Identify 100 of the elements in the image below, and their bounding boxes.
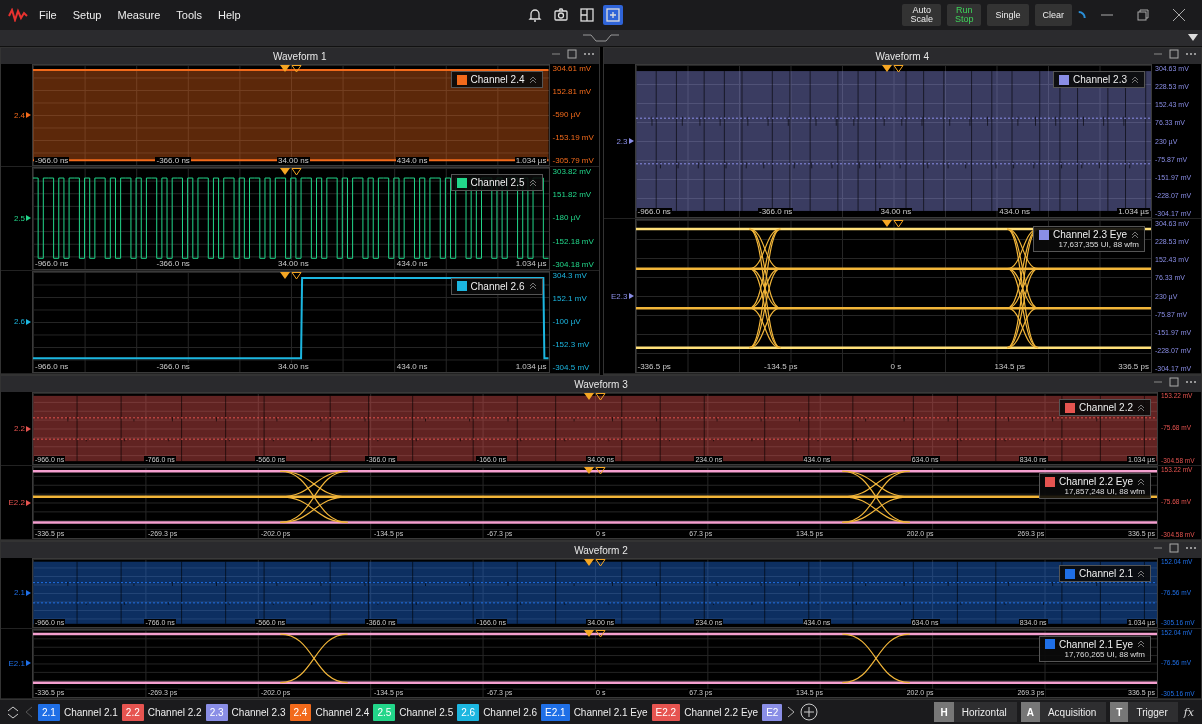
trigger-marker-icon [279,168,302,177]
action-button[interactable]: Clear [1034,4,1072,26]
channel-tag: 2.1 [38,703,60,721]
channel-legend[interactable]: Channel 2.1 Eye 17,760,265 UI, 88 wfm [1039,635,1151,662]
setup-button[interactable]: H Horizontal [934,702,1017,722]
channel-chip[interactable]: E2.2 Channel 2.2 Eye [651,703,759,721]
time-axis-label: 434.0 ns [395,156,429,166]
channel-legend[interactable]: Channel 2.2 [1059,399,1151,416]
channel-chip[interactable]: 2.6 Channel 2.6 [457,703,538,721]
collapse-icon [528,75,537,84]
math-button[interactable]: fx [1181,705,1196,719]
channel-marker: 2.1 [13,588,25,598]
channel-label: Channel 2.6 [483,706,538,718]
trigger-marker-icon [279,65,302,73]
time-axis-label: 1.034 µs [514,259,548,269]
voltage-axis-label: 303.82 mV [552,168,593,177]
legend-name: Channel 2.3 [1073,74,1127,85]
trigger-marker-icon [584,629,606,638]
marker-arrow-icon [628,138,634,144]
channel-marker: 2.6 [13,317,25,327]
time-axis-label: 0 s [889,363,903,372]
legend-name: Channel 2.2 Eye [1059,476,1133,487]
time-axis-label: -366.0 ns [155,259,191,269]
legend-name: Channel 2.4 [470,74,525,85]
voltage-axis-label: -180 µV [552,214,582,223]
channel-chip[interactable]: 2.4 Channel 2.4 [289,703,370,721]
time-axis-label: -336.5 ps [636,363,672,372]
maximize-icon[interactable] [1169,543,1179,553]
time-axis-label: 34.00 ns [276,363,310,372]
time-axis-label: 434.0 ns [395,363,429,372]
scroll-right-icon[interactable] [786,706,797,718]
channel-chip[interactable]: 2.5 Channel 2.5 [373,703,454,721]
time-axis-label: 34.00 ns [276,156,310,166]
legend-name: Channel 2.1 [1079,568,1133,579]
channel-tag: 2.4 [289,703,312,721]
wave-handle-icon[interactable] [583,33,619,43]
camera-icon [553,7,569,23]
marker-arrow-icon [628,293,634,299]
setup-button[interactable]: T Trigger [1110,702,1178,722]
action-button[interactable]: Run Stop [946,4,982,26]
trigger-marker-icon [584,467,606,475]
channel-chip[interactable]: 2.3 Channel 2.3 [205,703,286,721]
voltage-axis-label: 304.61 mV [552,65,593,73]
channel-chip[interactable]: 2.2 Channel 2.2 [121,703,202,721]
channel-label: Channel 2.1 [63,706,118,718]
channel-legend[interactable]: Channel 2.2 Eye 17,857,248 UI, 88 wfm [1039,473,1151,499]
layout-icon [579,7,595,23]
voltage-axis-label: -304.18 mV [552,260,595,269]
maximize-icon[interactable] [1169,377,1179,387]
trigger-marker-icon [584,559,606,567]
bell-icon [527,7,543,23]
toolbar-button[interactable] [577,5,597,25]
channel-label: Channel 2.4 [315,706,370,718]
panel-title: Waveform 3 [574,378,628,390]
trigger-marker-icon [279,271,302,280]
voltage-axis-label: -100 µV [552,317,582,326]
channel-marker: 2.5 [13,214,25,223]
time-axis-label: -366.0 ns [758,208,794,217]
legend-name: Channel 2.1 Eye [1059,638,1133,650]
menu-item[interactable]: File [34,9,62,21]
collapse-icon [1137,403,1145,412]
collapse-icon [528,178,537,187]
channel-legend[interactable]: Channel 2.3 Eye 17,637,355 UI, 88 wfm [1033,226,1145,252]
time-axis-label: 1.034 µs [1117,208,1150,217]
voltage-axis-label: 304.3 mV [552,271,588,280]
channel-legend[interactable]: Channel 2.3 [1053,71,1145,88]
menu-item[interactable]: Measure [112,9,166,21]
channel-chip[interactable]: 2.1 Channel 2.1 [38,703,118,721]
collapse-icon [1137,477,1145,486]
expand-collapse-icon[interactable] [6,705,20,719]
menu-item[interactable]: Help [212,9,246,21]
voltage-axis-label: -590 µV [552,111,582,120]
menu-item[interactable]: Setup [67,9,107,21]
channel-label: Channel 2.5 [399,706,454,718]
channel-legend[interactable]: Channel 2.1 [1059,565,1151,582]
menu-item[interactable]: Tools [171,9,207,21]
time-axis-label: 336.5 ps [1117,363,1150,372]
voltage-axis-label: 151.82 mV [552,191,593,200]
voltage-axis-label: -304.5 mV [552,363,591,372]
channel-chip[interactable]: E2.1 Channel 2.1 Eye [541,703,648,721]
channel-label: Channel 2.3 [231,706,286,718]
voltage-axis-label: -152.18 mV [552,237,595,246]
trigger-marker-icon [584,393,606,401]
channel-marker: E2.3 [611,291,628,301]
setup-button[interactable]: A Acquisition [1020,702,1107,722]
marker-arrow-icon [26,425,31,432]
channel-marker: E2.2 [8,498,25,507]
time-axis-label: 1.034 µs [514,363,548,372]
channel-legend[interactable]: Channel 2.4 [450,71,543,88]
dropdown-caret-icon[interactable] [1188,34,1198,41]
channel-tag: E2.2 [651,703,681,721]
action-button[interactable]: Single [987,4,1029,26]
maximize-icon[interactable] [566,49,577,59]
channel-legend[interactable]: Channel 2.5 [450,174,543,192]
channel-tag: E2.1 [541,703,570,721]
action-button[interactable]: Auto Scale [902,4,941,26]
maximize-icon[interactable] [1169,49,1179,59]
panel-title: Waveform 1 [273,50,327,62]
time-axis-label: -134.5 ps [763,363,799,372]
add-icon[interactable] [800,703,819,721]
